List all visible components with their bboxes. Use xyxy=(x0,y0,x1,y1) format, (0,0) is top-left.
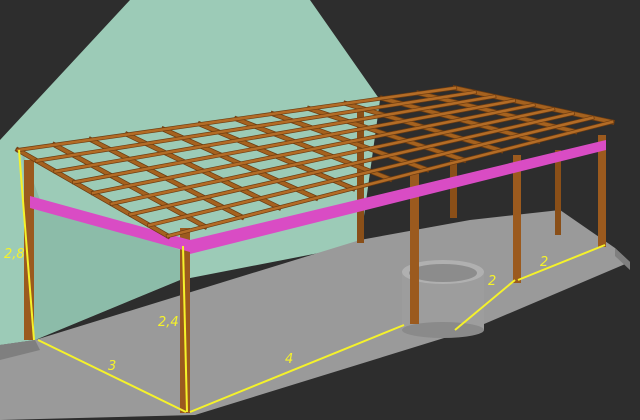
dim-label-post-height: 2,4 xyxy=(158,315,179,330)
dim-label-length-end: 2 xyxy=(540,255,548,270)
post-front-right xyxy=(513,155,521,283)
post-front-end xyxy=(598,135,606,247)
dim-label-depth: 3 xyxy=(108,359,116,374)
dim-label-wall-height: 2,8 xyxy=(4,247,25,262)
post-back-end xyxy=(450,160,457,218)
dim-label-length-mid: 2 xyxy=(488,274,496,289)
pergola-render: 2,8 2,4 3 4 2 2 xyxy=(0,0,640,420)
dim-label-length-front: 4 xyxy=(285,352,293,367)
post-back-far xyxy=(555,150,561,235)
